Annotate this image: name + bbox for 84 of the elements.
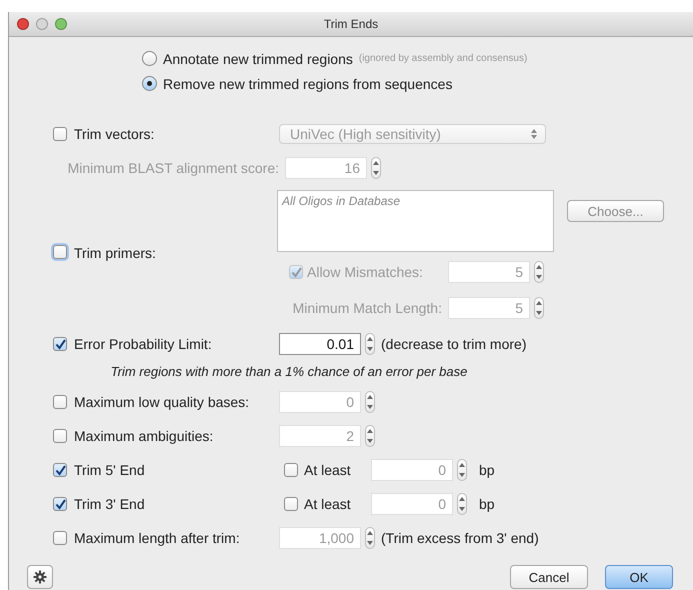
checkbox[interactable] bbox=[53, 497, 67, 511]
hint-text: (Trim excess from 3' end) bbox=[381, 530, 539, 546]
close-button[interactable] bbox=[17, 18, 29, 30]
up-arrow-icon bbox=[536, 265, 542, 269]
down-arrow-icon bbox=[536, 275, 542, 279]
database-dropdown[interactable]: UniVec (High sensitivity) bbox=[279, 124, 546, 144]
cancel-button[interactable]: Cancel bbox=[510, 565, 588, 589]
ok-button[interactable]: OK bbox=[605, 565, 673, 589]
option-label: Maximum ambiguities: bbox=[74, 428, 214, 444]
checkbox[interactable] bbox=[53, 531, 67, 545]
down-arrow-icon bbox=[367, 405, 373, 409]
option-label: Trim 3' End bbox=[74, 496, 145, 512]
stepper-control[interactable] bbox=[365, 333, 375, 355]
down-arrow-icon bbox=[373, 171, 379, 175]
window-title: Trim Ends bbox=[324, 17, 378, 31]
checkbox[interactable] bbox=[53, 429, 67, 443]
up-arrow-icon bbox=[367, 337, 373, 341]
number-field[interactable]: 2 bbox=[279, 425, 361, 447]
number-field[interactable]: 1,000 bbox=[279, 527, 361, 549]
stepper-control[interactable] bbox=[371, 157, 381, 179]
checkbox[interactable] bbox=[53, 127, 67, 141]
unit-label: bp bbox=[479, 496, 495, 512]
hint-text: (ignored by assembly and consensus) bbox=[358, 53, 528, 64]
stepper-control[interactable] bbox=[365, 527, 375, 549]
option-label: Remove new trimmed regions from sequences bbox=[163, 76, 452, 92]
checkbox[interactable] bbox=[284, 463, 298, 477]
primer-list[interactable]: All Oligos in Database bbox=[277, 190, 554, 252]
down-arrow-icon bbox=[367, 347, 373, 351]
checkbox[interactable] bbox=[284, 497, 298, 511]
radio-button[interactable] bbox=[142, 51, 157, 66]
checkmark-icon bbox=[290, 266, 302, 278]
number-field[interactable]: 5 bbox=[448, 297, 530, 319]
option-label: Trim 5' End bbox=[74, 462, 145, 478]
checkbox[interactable] bbox=[53, 337, 67, 351]
option-label: Maximum length after trim: bbox=[74, 530, 240, 546]
option-label: Maximum low quality bases: bbox=[74, 394, 250, 410]
down-arrow-icon bbox=[536, 311, 542, 315]
number-field[interactable]: 0 bbox=[371, 493, 453, 515]
option-label: At least bbox=[304, 496, 351, 512]
stepper-control[interactable] bbox=[457, 493, 467, 515]
settings-button[interactable] bbox=[27, 565, 53, 589]
stepper-control[interactable] bbox=[457, 459, 467, 481]
choose-button[interactable]: Choose... bbox=[567, 200, 664, 222]
field-label: Minimum Match Length: bbox=[292, 300, 442, 316]
checkbox[interactable] bbox=[289, 265, 303, 279]
gear-icon bbox=[33, 570, 47, 584]
number-field[interactable]: 0.01 bbox=[279, 333, 361, 355]
option-label: Trim primers: bbox=[74, 245, 156, 261]
down-arrow-icon bbox=[459, 507, 465, 511]
stepper-control[interactable] bbox=[534, 261, 544, 283]
unit-label: bp bbox=[479, 462, 495, 478]
option-label: Allow Mismatches: bbox=[307, 264, 423, 280]
number-field[interactable]: 0 bbox=[371, 459, 453, 481]
option-label: Error Probability Limit: bbox=[74, 336, 212, 352]
stepper-control[interactable] bbox=[365, 425, 375, 447]
up-arrow-icon bbox=[459, 497, 465, 501]
updown-icon bbox=[531, 129, 537, 139]
up-arrow-icon bbox=[373, 161, 379, 165]
stepper-control[interactable] bbox=[534, 297, 544, 319]
radio-button[interactable] bbox=[142, 76, 157, 91]
checkmark-icon bbox=[54, 464, 66, 476]
up-arrow-icon bbox=[367, 531, 373, 535]
number-field[interactable]: 5 bbox=[448, 261, 530, 283]
down-arrow-icon bbox=[367, 541, 373, 545]
zoom-button[interactable] bbox=[55, 18, 67, 30]
up-arrow-icon bbox=[536, 301, 542, 305]
checkmark-icon bbox=[54, 338, 66, 350]
number-field[interactable]: 16 bbox=[285, 157, 367, 179]
explanation-text: Trim regions with more than a 1% chance of an error per base bbox=[110, 364, 468, 378]
field-label: Minimum BLAST alignment score: bbox=[68, 160, 279, 176]
down-arrow-icon bbox=[459, 473, 465, 477]
checkbox[interactable] bbox=[53, 395, 67, 409]
option-label: At least bbox=[304, 462, 351, 478]
option-label: Annotate new trimmed regions bbox=[163, 50, 353, 66]
up-arrow-icon bbox=[367, 429, 373, 433]
number-field[interactable]: 0 bbox=[279, 391, 361, 413]
option-label: Trim vectors: bbox=[74, 126, 154, 142]
up-arrow-icon bbox=[459, 463, 465, 467]
up-arrow-icon bbox=[367, 395, 373, 399]
down-arrow-icon bbox=[367, 439, 373, 443]
stepper-control[interactable] bbox=[365, 391, 375, 413]
checkmark-icon bbox=[54, 498, 66, 510]
checkbox[interactable] bbox=[53, 463, 67, 477]
hint-text: (decrease to trim more) bbox=[381, 336, 526, 352]
